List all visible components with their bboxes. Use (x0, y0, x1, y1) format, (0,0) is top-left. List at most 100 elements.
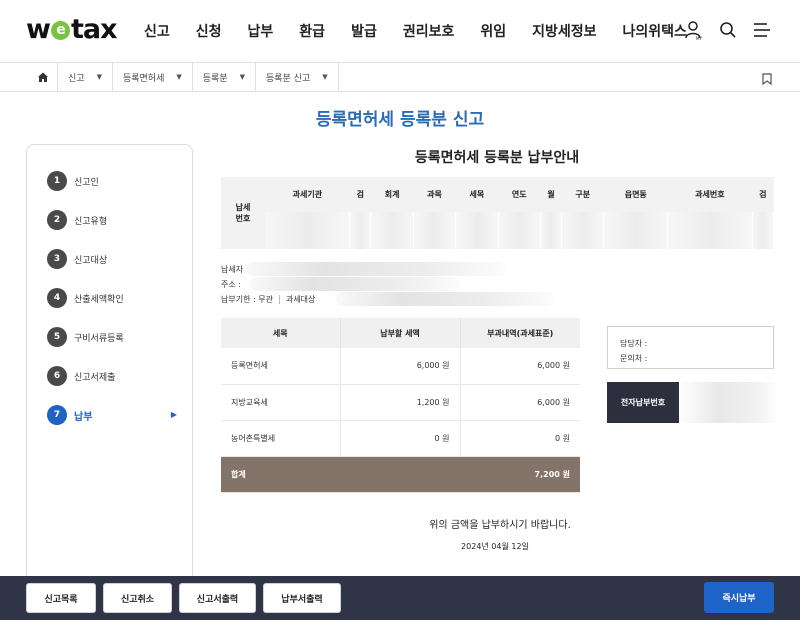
total-label: 합계 (221, 456, 340, 493)
col-header-month: 월 (540, 177, 562, 212)
site-header: w e tax 신고 신청 납부 환급 발급 권리보호 위임 지방세정보 나의위택스… (0, 0, 800, 62)
nav-item-rights[interactable]: 권리보호 (403, 21, 455, 41)
redacted-taxpayer (246, 262, 506, 276)
col-header-district: 읍면동 (603, 177, 668, 212)
current-step-arrow-icon: ▶ (170, 410, 177, 419)
value-cell-redacted (603, 212, 669, 249)
nav-item-apply[interactable]: 신청 (196, 21, 222, 41)
caret-down-icon: ▼ (96, 73, 102, 81)
breadcrumb-label: 신고 (68, 73, 85, 84)
logo-e-mark: e (50, 20, 70, 40)
tax-number-label-1: 납세 (235, 203, 251, 212)
breadcrumb-label: 등록분 (202, 73, 228, 84)
tax-number-label: 납세번호 (221, 177, 265, 249)
breadcrumb: 신고 ▼ 등록면허세 ▼ 등록분 ▼ 등록분 신고 ▼ (0, 62, 800, 92)
value-cell-redacted (561, 212, 605, 249)
cancel-report-button[interactable]: 신고취소 (103, 583, 172, 613)
print-payment-slip-button[interactable]: 납부서출력 (263, 583, 341, 613)
value-cell-redacted (413, 212, 457, 249)
step-number: 7 (47, 405, 67, 425)
divider (278, 295, 280, 304)
step-1: 1 신고인 (47, 171, 177, 191)
bookmark-icon[interactable] (762, 70, 772, 89)
value-cell-redacted (349, 212, 372, 249)
step-label: 구비서류등록 (74, 333, 124, 344)
tax-amount: 6,000 원 (340, 348, 461, 385)
taxpayer-label: 납세자 (221, 265, 244, 274)
target-label: 과세대상 (285, 295, 316, 304)
nav-item-local-tax-info[interactable]: 지방세정보 (532, 21, 596, 41)
total-amount: 7,200 원 (460, 456, 580, 493)
tax-number-table: 납세 번호 과세기관 검 회계 과목 세목 연도 월 구분 읍면동 과세번호 검 (221, 177, 775, 249)
nav-item-payment[interactable]: 납부 (248, 21, 274, 41)
col-header-amount-due: 납부할 세액 (340, 318, 461, 348)
col-header-subject: 과목 (413, 177, 456, 212)
step-5: 5 구비서류등록 (47, 327, 177, 347)
col-header-tax-base: 부과내역(과세표준) (460, 318, 580, 348)
epay-number-redacted (679, 382, 779, 423)
step-number: 4 (47, 288, 67, 308)
step-label: 산출세액확인 (74, 294, 124, 305)
step-number: 1 (47, 171, 67, 191)
tax-number-label-2: 번호 (235, 214, 251, 223)
col-header-authority: 과세기관 (265, 177, 350, 212)
deadline-label: 납부기한 : 무관 (221, 295, 273, 304)
table-row: 지방교육세 1,200 원 6,000 원 (221, 384, 580, 421)
total-spacer (340, 456, 460, 493)
caret-down-icon: ▼ (176, 73, 182, 81)
breadcrumb-item-report[interactable]: 신고 ▼ (58, 62, 113, 92)
logo-text-left: w (26, 13, 51, 45)
pay-now-button[interactable]: 즉시납부 (704, 582, 774, 613)
value-cell-redacted (370, 212, 414, 249)
step-label: 신고유형 (74, 216, 108, 227)
report-list-button[interactable]: 신고목록 (26, 583, 96, 613)
col-header-check-2: 검 (752, 177, 774, 212)
value-cell-redacted (752, 212, 775, 249)
step-4: 4 산출세액확인 (47, 288, 177, 308)
header-icons: MY (684, 20, 772, 40)
caret-down-icon: ▼ (239, 73, 245, 81)
value-cell-redacted (498, 212, 541, 249)
address-label: 주소 : (221, 280, 241, 289)
value-cell-redacted (667, 212, 753, 249)
issue-date: 2024년 04월 12일 (461, 542, 529, 551)
payment-request-notice: 위의 금액을 납부하시기 바랍니다. (429, 520, 571, 531)
value-cell-redacted (455, 212, 499, 249)
redacted-target (336, 292, 554, 306)
user-icon[interactable]: MY (684, 20, 704, 40)
nav-item-refund[interactable]: 환급 (299, 21, 325, 41)
breadcrumb-item-registration[interactable]: 등록분 ▼ (193, 62, 256, 92)
wetax-logo[interactable]: w e tax (26, 12, 117, 46)
step-7-current: 7 납부 ▶ (47, 405, 177, 425)
tax-name: 지방교육세 (221, 384, 341, 421)
menu-icon[interactable] (752, 20, 772, 40)
nav-item-my-wetax[interactable]: 나의위택스 (623, 21, 687, 41)
tax-name: 등록면허세 (221, 348, 341, 385)
step-6: 6 신고서제출 (47, 366, 177, 386)
breadcrumb-item-license-tax[interactable]: 등록면허세 ▼ (113, 62, 193, 92)
redacted-address (250, 277, 460, 291)
step-panel: 1 신고인 2 신고유형 3 신고대상 4 산출세액확인 5 구비서류등록 6 신고서제출 … (26, 144, 193, 594)
breadcrumb-label: 등록분 신고 (265, 73, 311, 84)
step-number: 3 (47, 249, 67, 269)
tax-amount-table: 세목 납부할 세액 부과내역(과세표준) 등록면허세 6,000 원 6,000… (221, 318, 580, 493)
step-3: 3 신고대상 (47, 249, 177, 269)
col-header-account: 회계 (370, 177, 414, 212)
nav-item-delegate[interactable]: 위임 (480, 21, 506, 41)
epay-number-label: 전자납부번호 (607, 382, 679, 423)
step-label: 신고대상 (74, 255, 108, 266)
tax-amount: 1,200 원 (340, 384, 461, 421)
bottom-action-bar: 신고목록 신고취소 신고서출력 납부서출력 즉시납부 (0, 576, 800, 620)
col-header-tax-item: 세목 (455, 177, 499, 212)
breadcrumb-item-registration-report[interactable]: 등록분 신고 ▼ (256, 62, 339, 92)
nav-item-issue[interactable]: 발급 (351, 21, 377, 41)
col-header-check: 검 (349, 177, 371, 212)
print-report-button[interactable]: 신고서출력 (179, 583, 256, 613)
value-cell-redacted (540, 212, 563, 249)
caret-down-icon: ▼ (322, 73, 328, 81)
home-icon[interactable] (28, 62, 58, 92)
nav-item-report[interactable]: 신고 (144, 21, 170, 41)
step-2: 2 신고유형 (47, 210, 177, 230)
col-header-tax-type: 세목 (221, 318, 341, 348)
search-icon[interactable] (718, 20, 738, 40)
